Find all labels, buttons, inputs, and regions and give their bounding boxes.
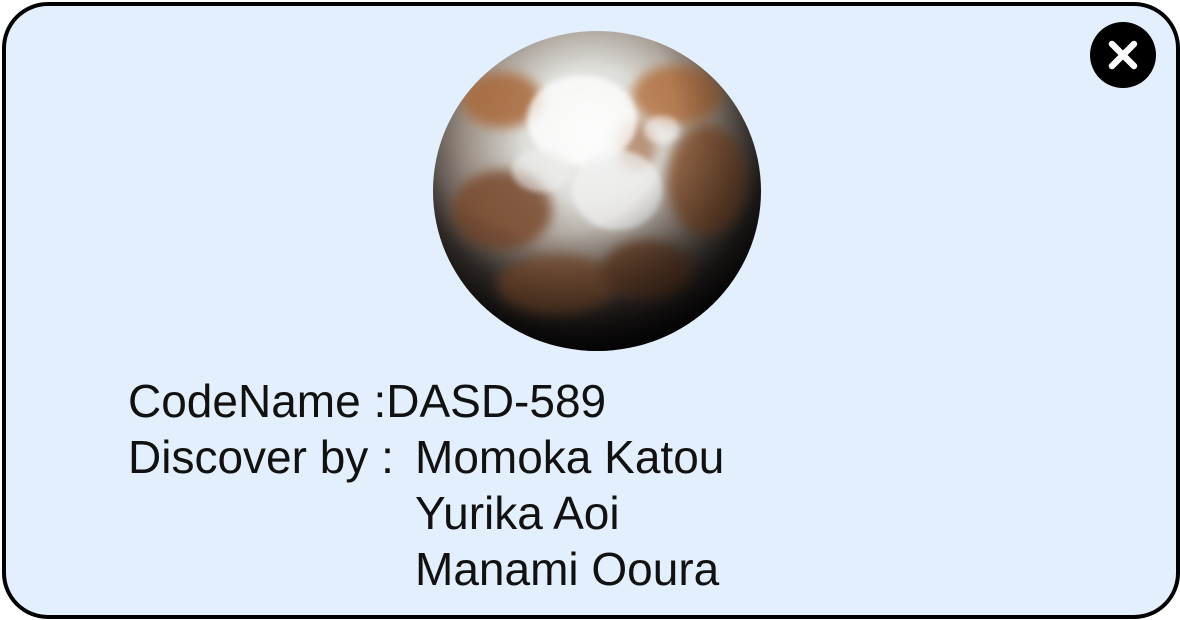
codename-row: CodeName : DASD-589: [128, 373, 606, 429]
codename-label: CodeName :: [128, 375, 387, 427]
discovered-label: Discover by :: [128, 431, 394, 483]
close-button[interactable]: [1090, 22, 1156, 88]
discoverer-name: Momoka Katou: [415, 431, 725, 483]
planet-details: CodeName : DASD-589 Discover by : Momoka…: [128, 373, 724, 595]
codename-value: DASD-589: [386, 375, 607, 427]
discoverer-list: Momoka Katou Yurika Aoi Manami Ooura: [415, 429, 724, 597]
discoverer-name: Yurika Aoi: [415, 487, 620, 539]
planet-image: [433, 31, 761, 351]
planet-info-dialog: CodeName : DASD-589 Discover by : Momoka…: [2, 2, 1180, 619]
discoverer-name: Manami Ooura: [415, 543, 720, 595]
close-icon: [1108, 40, 1138, 70]
